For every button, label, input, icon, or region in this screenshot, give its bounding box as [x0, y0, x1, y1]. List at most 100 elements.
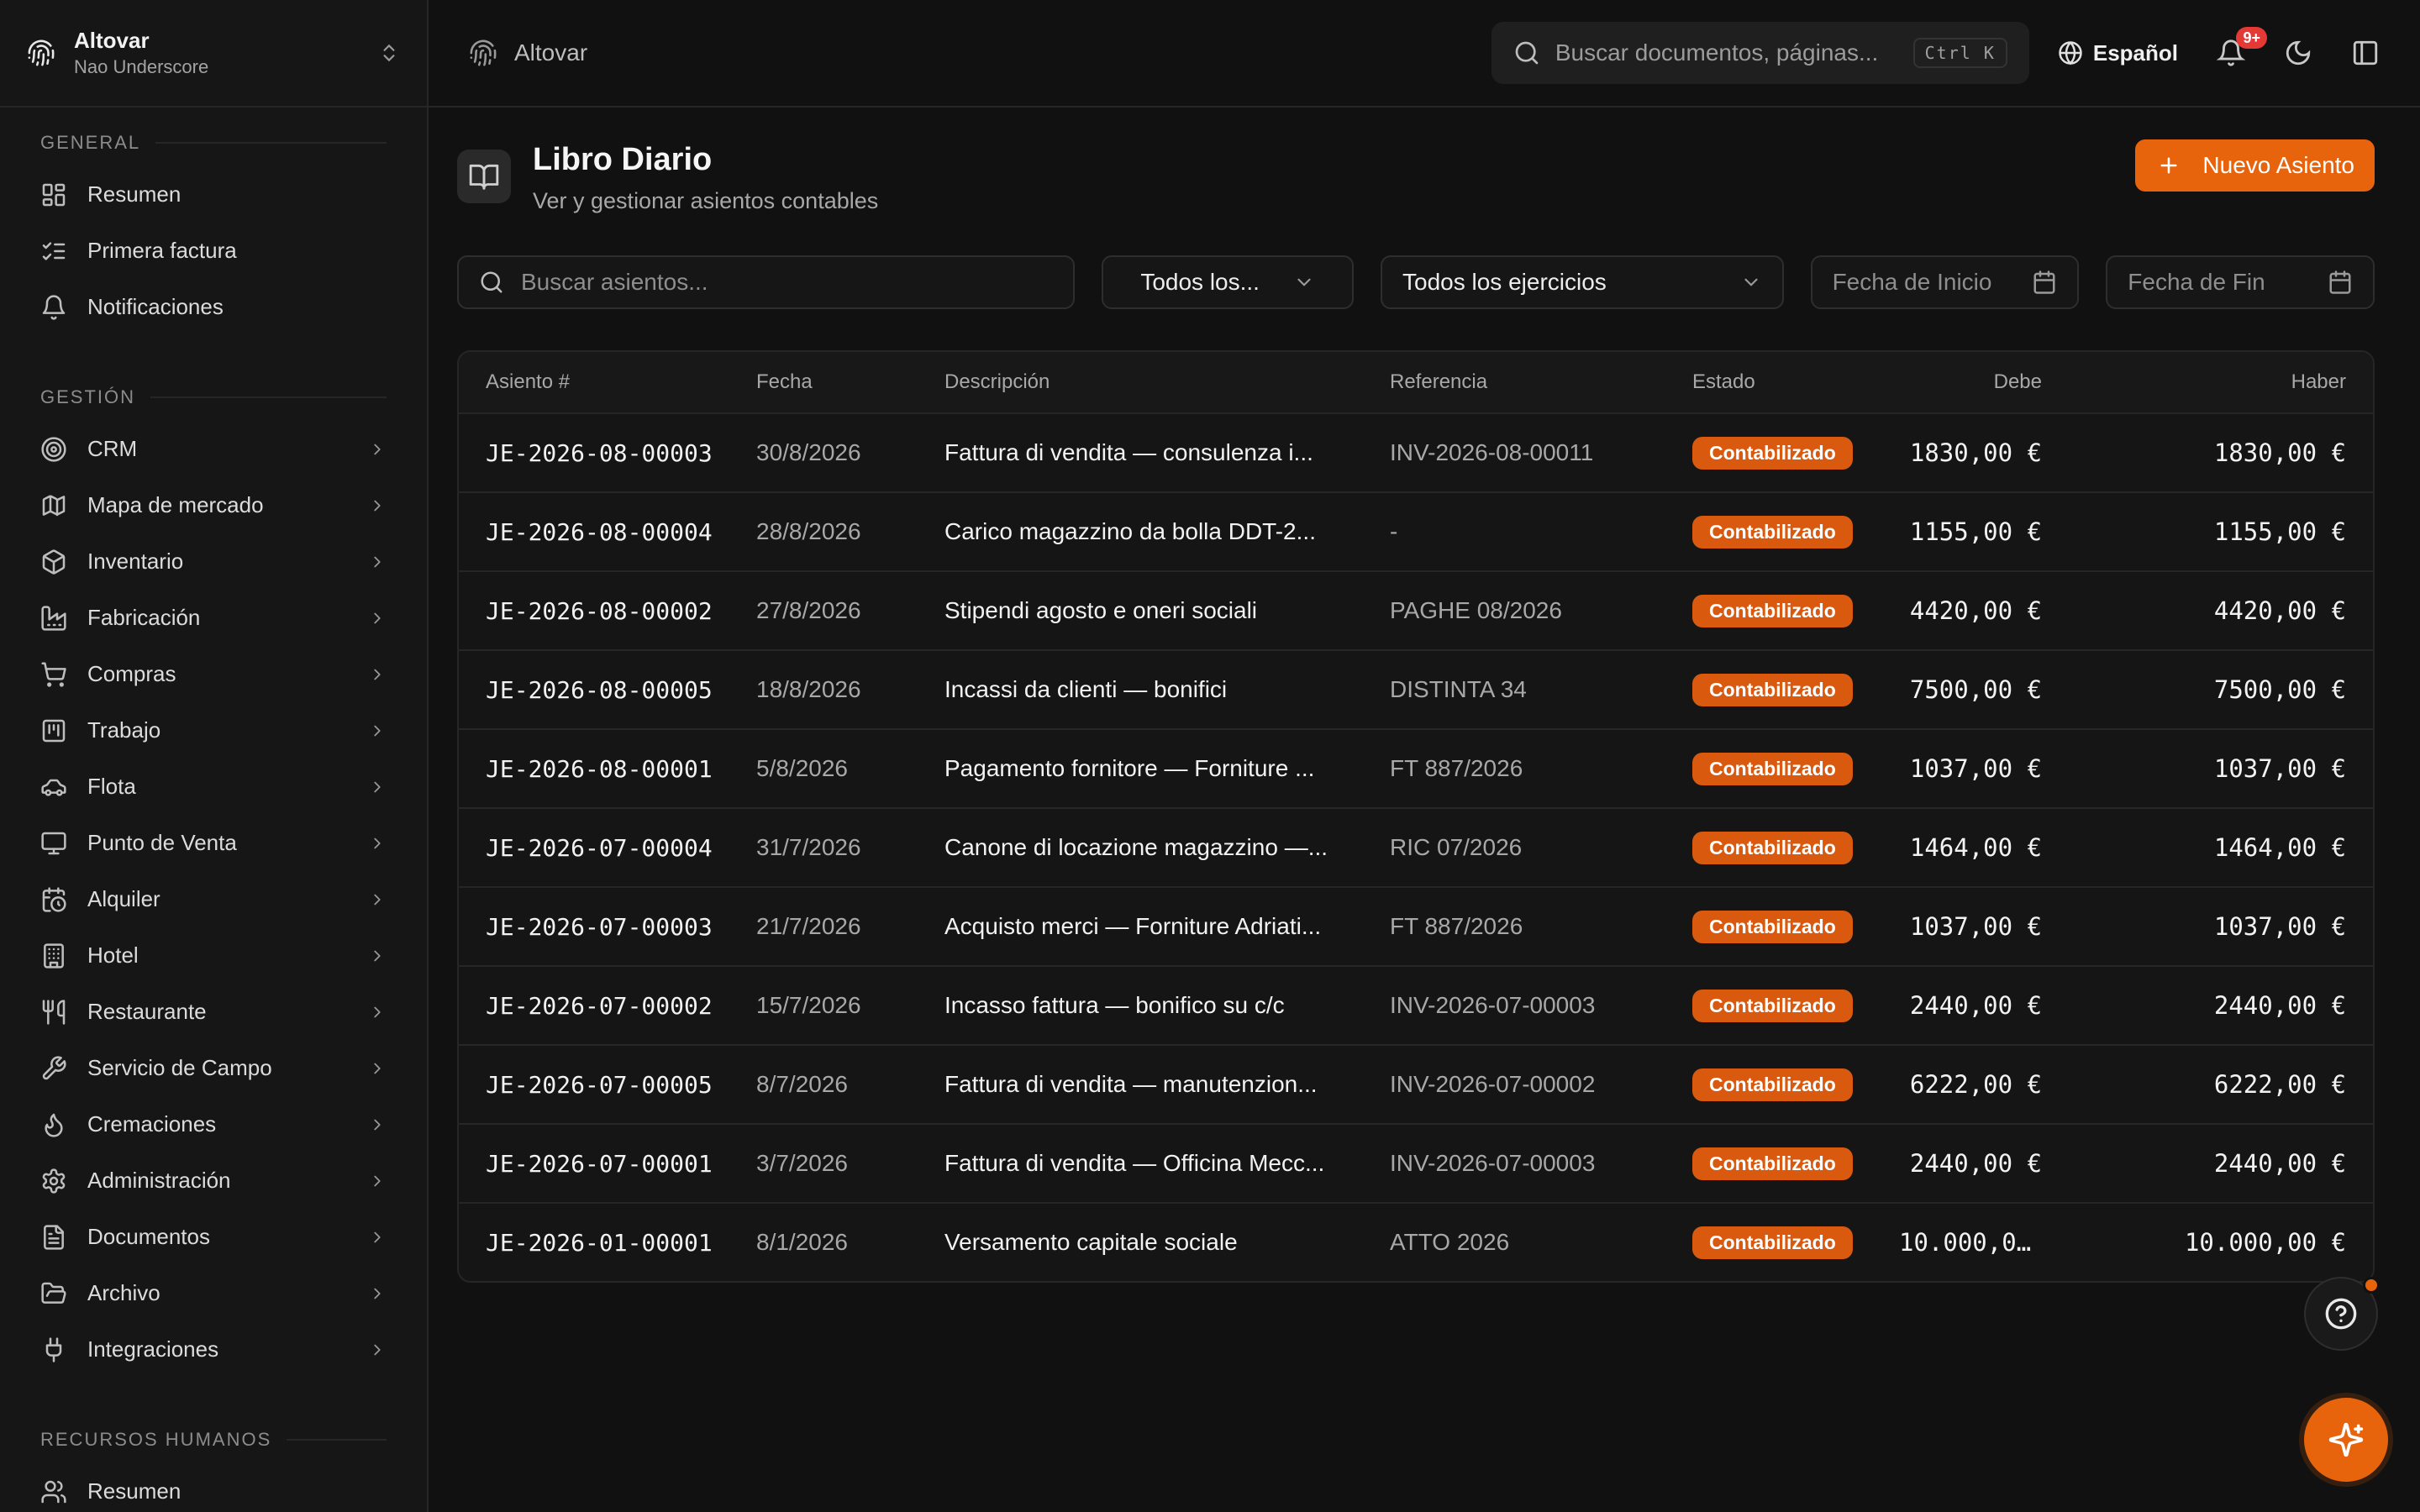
sidebar-item-mapa-de-mercado[interactable]: Mapa de mercado [0, 477, 427, 533]
end-date-placeholder: Fecha de Fin [2128, 269, 2265, 295]
nav-general-list: Resumen Primera factura Notificaciones [0, 166, 427, 335]
search-icon [481, 271, 502, 293]
sparkles-icon [2328, 1422, 2364, 1457]
table-row[interactable]: JE-2026-07-00004 31/7/2026 Canone di locaz… [459, 807, 2373, 886]
credit-cell: 4420,00 € [2213, 596, 2346, 625]
column-header[interactable]: Asiento # [459, 370, 756, 394]
chevron-right-icon [374, 444, 381, 454]
fiscal-year-select[interactable]: Todos los ejercicios [1381, 255, 1784, 309]
type-filter-select[interactable]: Todos los... [1102, 255, 1355, 309]
new-entry-button[interactable]: Nuevo Asiento [2135, 139, 2375, 192]
sidebar-item-label: Integraciones [87, 1336, 219, 1362]
column-header[interactable]: Fecha [756, 370, 944, 394]
entry-number-cell: JE-2026-07-00003 [486, 912, 713, 941]
ai-assistant-button[interactable] [2304, 1398, 2388, 1482]
column-header[interactable]: Descripción [944, 370, 1390, 394]
date-cell: 31/7/2026 [756, 834, 861, 860]
status-badge: Contabilizado [1692, 1068, 1853, 1101]
page-header: Libro Diario Ver y gestionar asientos co… [457, 138, 2375, 214]
date-cell: 27/8/2026 [756, 597, 861, 623]
reference-cell: FT 887/2026 [1390, 913, 1523, 939]
chevron-right-icon [374, 500, 381, 511]
sidebar-item-documentos[interactable]: Documentos [0, 1209, 427, 1265]
sidebar-item-cremaciones[interactable]: Cremaciones [0, 1096, 427, 1152]
theme-toggle-button[interactable] [2284, 39, 2312, 67]
column-header[interactable]: Estado [1692, 370, 1899, 394]
sidebar-item-notificaciones[interactable]: Notificaciones [0, 279, 427, 335]
debit-cell: 1464,00 € [1909, 833, 2042, 862]
entries-search-input[interactable]: Buscar asientos... [457, 255, 1076, 309]
sidebar-item-label: Compras [87, 661, 176, 686]
entry-number-cell: JE-2026-08-00002 [486, 596, 713, 625]
sidebar-item-trabajo[interactable]: Trabajo [0, 702, 427, 759]
global-search-input[interactable]: Buscar documentos, páginas... Ctrl K [1491, 22, 2029, 84]
page-title: Libro Diario [533, 142, 713, 177]
status-cell: Contabilizado [1692, 989, 1899, 1022]
entry-number-cell: JE-2026-08-00001 [486, 754, 713, 783]
description-cell: Incasso fattura — bonifico su c/c [944, 992, 1285, 1018]
sidebar-item-restaurante[interactable]: Restaurante [0, 984, 427, 1040]
sidebar-item-resumen[interactable]: Resumen [0, 1463, 427, 1512]
status-cell: Contabilizado [1692, 752, 1899, 785]
status-badge: Contabilizado [1692, 515, 1853, 549]
global-search-placeholder: Buscar documentos, páginas... [1555, 39, 1879, 66]
table-row[interactable]: JE-2026-01-00001 8/1/2026 Versamento capit… [459, 1202, 2373, 1281]
debit-cell: 1155,00 € [1909, 517, 2042, 546]
status-cell: Contabilizado [1692, 831, 1899, 864]
column-header[interactable]: Debe [1899, 370, 2042, 394]
chevron-right-icon [374, 837, 381, 848]
fingerprint-icon [470, 39, 497, 66]
end-date-input[interactable]: Fecha de Fin [2106, 255, 2375, 309]
factory-icon [41, 605, 66, 631]
table-row[interactable]: JE-2026-07-00001 3/7/2026 Fattura di vendi… [459, 1123, 2373, 1202]
column-header[interactable]: Referencia [1390, 370, 1692, 394]
sidebar-item-inventario[interactable]: Inventario [0, 533, 427, 590]
table-row[interactable]: JE-2026-07-00005 8/7/2026 Fattura di vendi… [459, 1044, 2373, 1123]
sidebar-item-primera-factura[interactable]: Primera factura [0, 223, 427, 279]
table-row[interactable]: JE-2026-07-00003 21/7/2026 Acquisto merci … [459, 886, 2373, 965]
sidebar-item-alquiler[interactable]: Alquiler [0, 871, 427, 927]
description-cell: Canone di locazione magazzino —... [944, 834, 1328, 860]
sidebar-item-punto-de-venta[interactable]: Punto de Venta [0, 815, 427, 871]
table-row[interactable]: JE-2026-07-00002 15/7/2026 Incasso fattura… [459, 965, 2373, 1044]
credit-cell: 1037,00 € [2213, 754, 2346, 783]
status-cell: Contabilizado [1692, 1147, 1899, 1180]
journal-table: Asiento # Fecha Descripción Referencia E… [457, 350, 2375, 1283]
language-selector[interactable]: Español [2058, 40, 2178, 66]
description-cell: Pagamento fornitore — Forniture ... [944, 755, 1315, 781]
sidebar-item-administracion[interactable]: Administración [0, 1152, 427, 1209]
sidebar-item-hotel[interactable]: Hotel [0, 927, 427, 984]
new-entry-label: Nuevo Asiento [2202, 152, 2354, 178]
sidebar-item-fabricacion[interactable]: Fabricación [0, 590, 427, 646]
org-switcher[interactable]: Altovar Nao Underscore [0, 0, 427, 108]
sidebar-item-crm[interactable]: CRM [0, 421, 427, 477]
sidebar-item-label: Trabajo [87, 717, 161, 743]
credit-cell: 1830,00 € [2213, 438, 2346, 467]
breadcrumb[interactable]: Altovar [469, 39, 587, 67]
sidebar-item-servicio-de-campo[interactable]: Servicio de Campo [0, 1040, 427, 1096]
table-row[interactable]: JE-2026-08-00001 5/8/2026 Pagamento fornit… [459, 728, 2373, 807]
help-button[interactable] [2304, 1277, 2380, 1351]
toggle-panel-button[interactable] [2351, 39, 2380, 67]
column-header[interactable]: Haber [2042, 370, 2373, 394]
table-row[interactable]: JE-2026-08-00004 28/8/2026 Carico magazzin… [459, 491, 2373, 570]
sidebar-item-integraciones[interactable]: Integraciones [0, 1321, 427, 1378]
sidebar-item-label: Flota [87, 774, 136, 799]
notifications-button[interactable]: 9+ [2217, 27, 2267, 67]
debit-cell: 1830,00 € [1909, 438, 2042, 467]
sidebar-item-flota[interactable]: Flota [0, 759, 427, 815]
sidebar-item-archivo[interactable]: Archivo [0, 1265, 427, 1321]
reference-cell: - [1390, 518, 1398, 544]
wrench-icon [42, 1055, 66, 1079]
sidebar-item-resumen[interactable]: Resumen [0, 166, 427, 223]
table-row[interactable]: JE-2026-08-00003 30/8/2026 Fattura di vend… [459, 412, 2373, 491]
start-date-input[interactable]: Fecha de Inicio [1810, 255, 2080, 309]
chevron-right-icon [374, 669, 381, 680]
table-row[interactable]: JE-2026-08-00005 18/8/2026 Incassi da clie… [459, 649, 2373, 728]
reference-cell: ATTO 2026 [1390, 1229, 1510, 1255]
table-row[interactable]: JE-2026-08-00002 27/8/2026 Stipendi agosto… [459, 570, 2373, 649]
section-general: GENERAL [0, 128, 427, 158]
description-cell: Versamento capitale sociale [944, 1229, 1238, 1255]
document-icon [44, 1224, 64, 1250]
sidebar-item-compras[interactable]: Compras [0, 646, 427, 702]
